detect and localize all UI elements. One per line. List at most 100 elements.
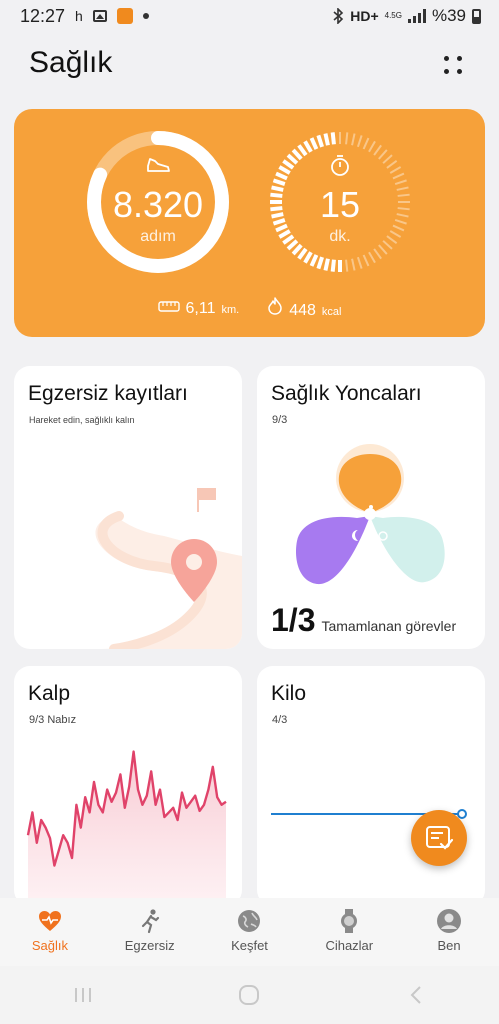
health-app-notification-icon xyxy=(116,8,133,24)
minutes-unit: dk. xyxy=(329,228,351,245)
minutes-ring-tick xyxy=(392,172,405,180)
minutes-ring-tick xyxy=(330,132,336,145)
minutes-ring-tick xyxy=(345,132,349,145)
minutes-ring-tick xyxy=(351,133,356,146)
flag-icon xyxy=(198,488,216,500)
exercise-records-card[interactable]: Egzersiz kayıtları Hareket edin, sağlıkl… xyxy=(14,366,242,649)
home-button[interactable] xyxy=(229,980,269,1010)
minutes-ring-tick xyxy=(291,243,303,256)
clover-leaf-sleep xyxy=(296,516,370,585)
back-button[interactable] xyxy=(396,980,436,1010)
minutes-ring-tick xyxy=(316,256,324,270)
clover-completed-count: 1/3 xyxy=(271,602,316,638)
recent-apps-button[interactable] xyxy=(63,980,103,1010)
clover-summary: 1/3 Tamamlanan görevler xyxy=(271,602,456,639)
network-gen-label: 4.5G xyxy=(384,11,402,20)
minutes-ring-tick xyxy=(389,166,402,174)
bluetooth-icon xyxy=(333,8,344,24)
minutes-ring-tick xyxy=(362,254,370,267)
tab-egzersiz[interactable]: Egzersiz xyxy=(100,898,200,966)
tab-label: Egzersiz xyxy=(124,938,175,953)
tab-label: Sağlık xyxy=(31,938,68,953)
gallery-notification-icon xyxy=(92,10,107,22)
status-bar: 12:27 h HD+ 4.5G %39 xyxy=(0,0,499,32)
minutes-ring-tick xyxy=(316,134,324,148)
more-options-button[interactable] xyxy=(440,52,468,80)
app-header: Sağlık xyxy=(0,38,499,98)
minutes-ring-tick xyxy=(297,144,308,157)
minutes-ring-tick xyxy=(368,140,376,153)
minutes-ring: 15 dk. xyxy=(266,128,414,276)
calories-value: 448 xyxy=(289,302,316,319)
minutes-ring-tick xyxy=(309,137,319,150)
minutes-ring-tick xyxy=(382,154,393,164)
back-icon xyxy=(410,986,421,1004)
system-nav-bar xyxy=(0,966,499,1024)
minutes-ring-tick xyxy=(373,144,382,156)
page-title: Sağlık xyxy=(29,46,113,79)
heart-pulse-icon xyxy=(38,911,61,931)
minutes-ring-tick xyxy=(356,135,363,148)
minutes-ring-tick xyxy=(368,251,376,264)
tab-label: Cihazlar xyxy=(325,938,374,953)
activity-summary-card[interactable]: 8.320 adım 15 dk. 6,11 km. 448 kcal xyxy=(14,109,485,337)
distance-value: 6,11 xyxy=(185,300,216,317)
minutes-ring-tick xyxy=(378,149,388,160)
minutes-ring-tick xyxy=(275,171,288,181)
heart-rate-card[interactable]: Kalp 9/3 Nabız xyxy=(14,666,242,906)
minutes-ring-tick xyxy=(323,133,330,146)
clover-leaf-activity xyxy=(338,454,402,513)
health-clovers-card[interactable]: Sağlık Yoncaları 9/3 1/3 Tamamlanan göre… xyxy=(257,366,485,649)
network-hd-label: HD+ xyxy=(350,8,379,24)
minutes-ring-tick xyxy=(286,153,299,165)
watch-icon xyxy=(341,909,358,933)
battery-percent: %39 xyxy=(431,6,466,25)
minutes-ring-tick xyxy=(351,258,356,271)
heart-rate-area xyxy=(28,751,226,906)
tab-label: Ben xyxy=(437,938,461,953)
minutes-ring-tick xyxy=(303,251,313,264)
status-h-indicator: h xyxy=(75,8,83,24)
steps-ring: 8.320 adım xyxy=(84,128,232,276)
more-notifications-dot-icon xyxy=(142,13,149,19)
minutes-ring-tick xyxy=(386,160,398,169)
tab-label: Keşfet xyxy=(231,938,268,953)
minutes-ring-tick xyxy=(278,165,291,175)
steps-unit: adım xyxy=(140,228,176,245)
flame-icon xyxy=(268,297,282,315)
calories-unit: kcal xyxy=(321,306,342,318)
minutes-ring-tick xyxy=(282,159,295,170)
minutes-ring-tick xyxy=(303,140,313,153)
activity-stats-row: 6,11 km. 448 kcal xyxy=(14,297,485,320)
minutes-ring-tick xyxy=(309,254,319,267)
minutes-ring-tick xyxy=(362,137,370,150)
minutes-ring-tick xyxy=(345,259,349,272)
ruler-icon xyxy=(157,301,180,312)
globe-icon xyxy=(238,910,261,932)
stopwatch-icon xyxy=(331,155,349,176)
minutes-ring-tick xyxy=(373,248,382,260)
minutes-ring-tick xyxy=(291,148,303,161)
bottom-tab-bar: Sağlık Egzersiz Keşfet Cihazlar Ben xyxy=(0,898,499,966)
tab-ben[interactable]: Ben xyxy=(399,898,499,966)
weight-chart xyxy=(271,809,467,819)
person-icon xyxy=(437,909,462,933)
battery-icon xyxy=(472,8,481,24)
add-record-fab[interactable] xyxy=(411,810,467,866)
calories-stat: 448 kcal xyxy=(267,297,341,320)
minutes-ring-tick xyxy=(378,244,388,255)
home-icon xyxy=(239,985,260,1005)
minutes-value: 15 xyxy=(319,184,361,225)
tab-saglik[interactable]: Sağlık xyxy=(0,898,100,966)
distance-unit: km. xyxy=(221,304,240,316)
distance-stat: 6,11 km. xyxy=(157,299,240,318)
weight-card[interactable]: Kilo 4/3 xyxy=(257,666,485,906)
shoe-icon xyxy=(147,158,170,172)
status-time: 12:27 xyxy=(20,5,66,26)
edit-record-icon xyxy=(426,826,454,850)
running-icon xyxy=(141,909,159,934)
clover-leaf-mood xyxy=(370,516,445,583)
tab-cihazlar[interactable]: Cihazlar xyxy=(299,898,399,966)
minutes-ring-tick xyxy=(330,259,336,272)
tab-kesfet[interactable]: Keşfet xyxy=(200,898,300,966)
